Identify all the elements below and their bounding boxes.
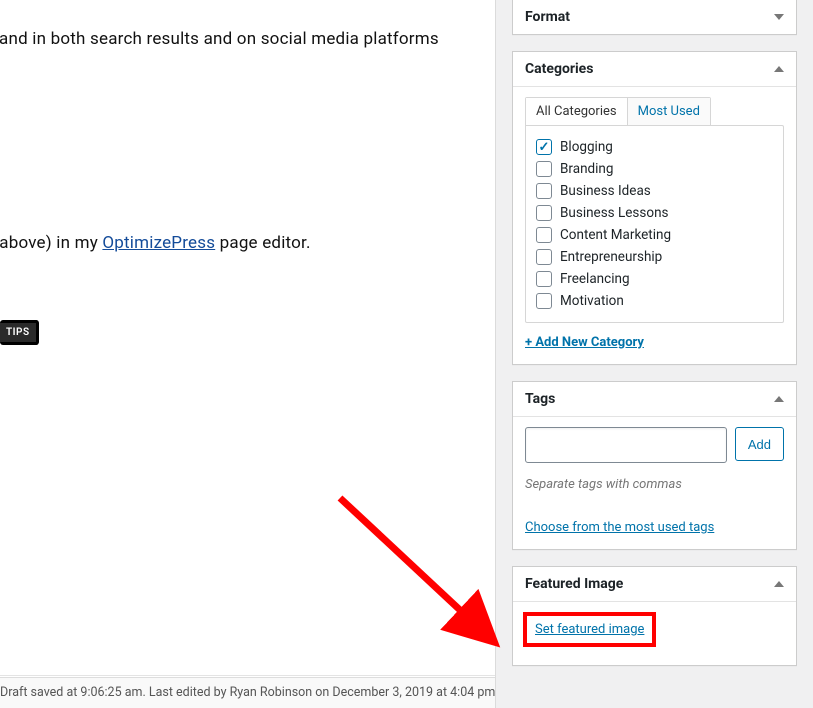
body-text-suffix: page editor.: [215, 233, 310, 253]
checkbox-icon[interactable]: [536, 183, 552, 199]
category-label: Blogging: [560, 139, 613, 155]
chevron-up-icon: [774, 396, 784, 402]
category-label: Business Lessons: [560, 205, 669, 221]
checkbox-icon[interactable]: [536, 227, 552, 243]
category-item-content-marketing[interactable]: Content Marketing: [534, 224, 775, 246]
categories-panel: Categories All Categories Most Used Blog…: [512, 51, 797, 365]
category-item-business-lessons[interactable]: Business Lessons: [534, 202, 775, 224]
category-item-business-ideas[interactable]: Business Ideas: [534, 180, 775, 202]
category-label: Business Ideas: [560, 183, 651, 199]
category-item-freelancing[interactable]: Freelancing: [534, 268, 775, 290]
category-list: Blogging Branding Business Ideas Busines…: [525, 125, 784, 323]
featured-image-panel-title: Featured Image: [525, 576, 623, 592]
tags-hint: Separate tags with commas: [525, 477, 784, 492]
checkbox-icon[interactable]: [536, 293, 552, 309]
tags-panel-body: Add Separate tags with commas Choose fro…: [513, 417, 796, 549]
annotation-highlight: Set featured image: [523, 612, 656, 647]
editor-main: osts (and in both search results and on …: [0, 0, 495, 708]
checkbox-icon[interactable]: [536, 139, 552, 155]
add-new-category-link[interactable]: + Add New Category: [525, 335, 644, 350]
format-panel-title: Format: [525, 9, 570, 25]
category-item-entrepreneurship[interactable]: Entrepreneurship: [534, 246, 775, 268]
chevron-up-icon: [774, 581, 784, 587]
sidebar: Format Categories All Categories Most Us…: [495, 0, 813, 708]
body-text-line-2: nere (above) in my OptimizePress page ed…: [0, 232, 311, 256]
divider: [0, 675, 495, 676]
tab-all-categories[interactable]: All Categories: [526, 98, 628, 125]
featured-image-panel-header[interactable]: Featured Image: [513, 567, 796, 602]
save-status: Draft saved at 9:06:25 am. Last edited b…: [0, 677, 495, 708]
category-item-motivation[interactable]: Motivation: [534, 290, 775, 312]
set-featured-image-link[interactable]: Set featured image: [535, 622, 644, 637]
category-item-branding[interactable]: Branding: [534, 158, 775, 180]
tags-panel-title: Tags: [525, 391, 555, 407]
categories-panel-body: All Categories Most Used Blogging Brandi…: [513, 87, 796, 364]
category-label: Motivation: [560, 293, 624, 309]
category-label: Content Marketing: [560, 227, 671, 243]
category-item-blogging[interactable]: Blogging: [534, 136, 775, 158]
category-label: Branding: [560, 161, 613, 177]
format-panel: Format: [512, 0, 797, 35]
category-label: Freelancing: [560, 271, 630, 287]
checkbox-icon[interactable]: [536, 249, 552, 265]
categories-panel-title: Categories: [525, 61, 593, 77]
category-tabs: All Categories Most Used: [525, 97, 711, 125]
chevron-up-icon: [774, 66, 784, 72]
tags-panel-header[interactable]: Tags: [513, 382, 796, 417]
featured-image-panel-body: Set featured image: [513, 602, 796, 665]
body-text-line-1: osts (and in both search results and on …: [0, 28, 439, 52]
checkbox-icon[interactable]: [536, 271, 552, 287]
choose-most-used-tags-link[interactable]: Choose from the most used tags: [525, 520, 714, 535]
category-label: Entrepreneurship: [560, 249, 662, 265]
tags-panel: Tags Add Separate tags with commas Choos…: [512, 381, 797, 550]
format-panel-header[interactable]: Format: [513, 0, 796, 34]
checkbox-icon[interactable]: [536, 161, 552, 177]
tab-most-used[interactable]: Most Used: [628, 98, 710, 125]
tips-button[interactable]: TIPS: [0, 320, 39, 345]
optimizepress-link[interactable]: OptimizePress: [102, 233, 215, 253]
checkbox-icon[interactable]: [536, 205, 552, 221]
chevron-down-icon: [774, 14, 784, 20]
tips-button-label: TIPS: [6, 327, 30, 338]
featured-image-panel: Featured Image Set featured image: [512, 566, 797, 666]
tags-input[interactable]: [525, 427, 727, 463]
add-tag-button[interactable]: Add: [735, 427, 784, 461]
tags-input-row: Add: [525, 427, 784, 463]
body-text-prefix: nere (above) in my: [0, 233, 102, 253]
categories-panel-header[interactable]: Categories: [513, 52, 796, 87]
